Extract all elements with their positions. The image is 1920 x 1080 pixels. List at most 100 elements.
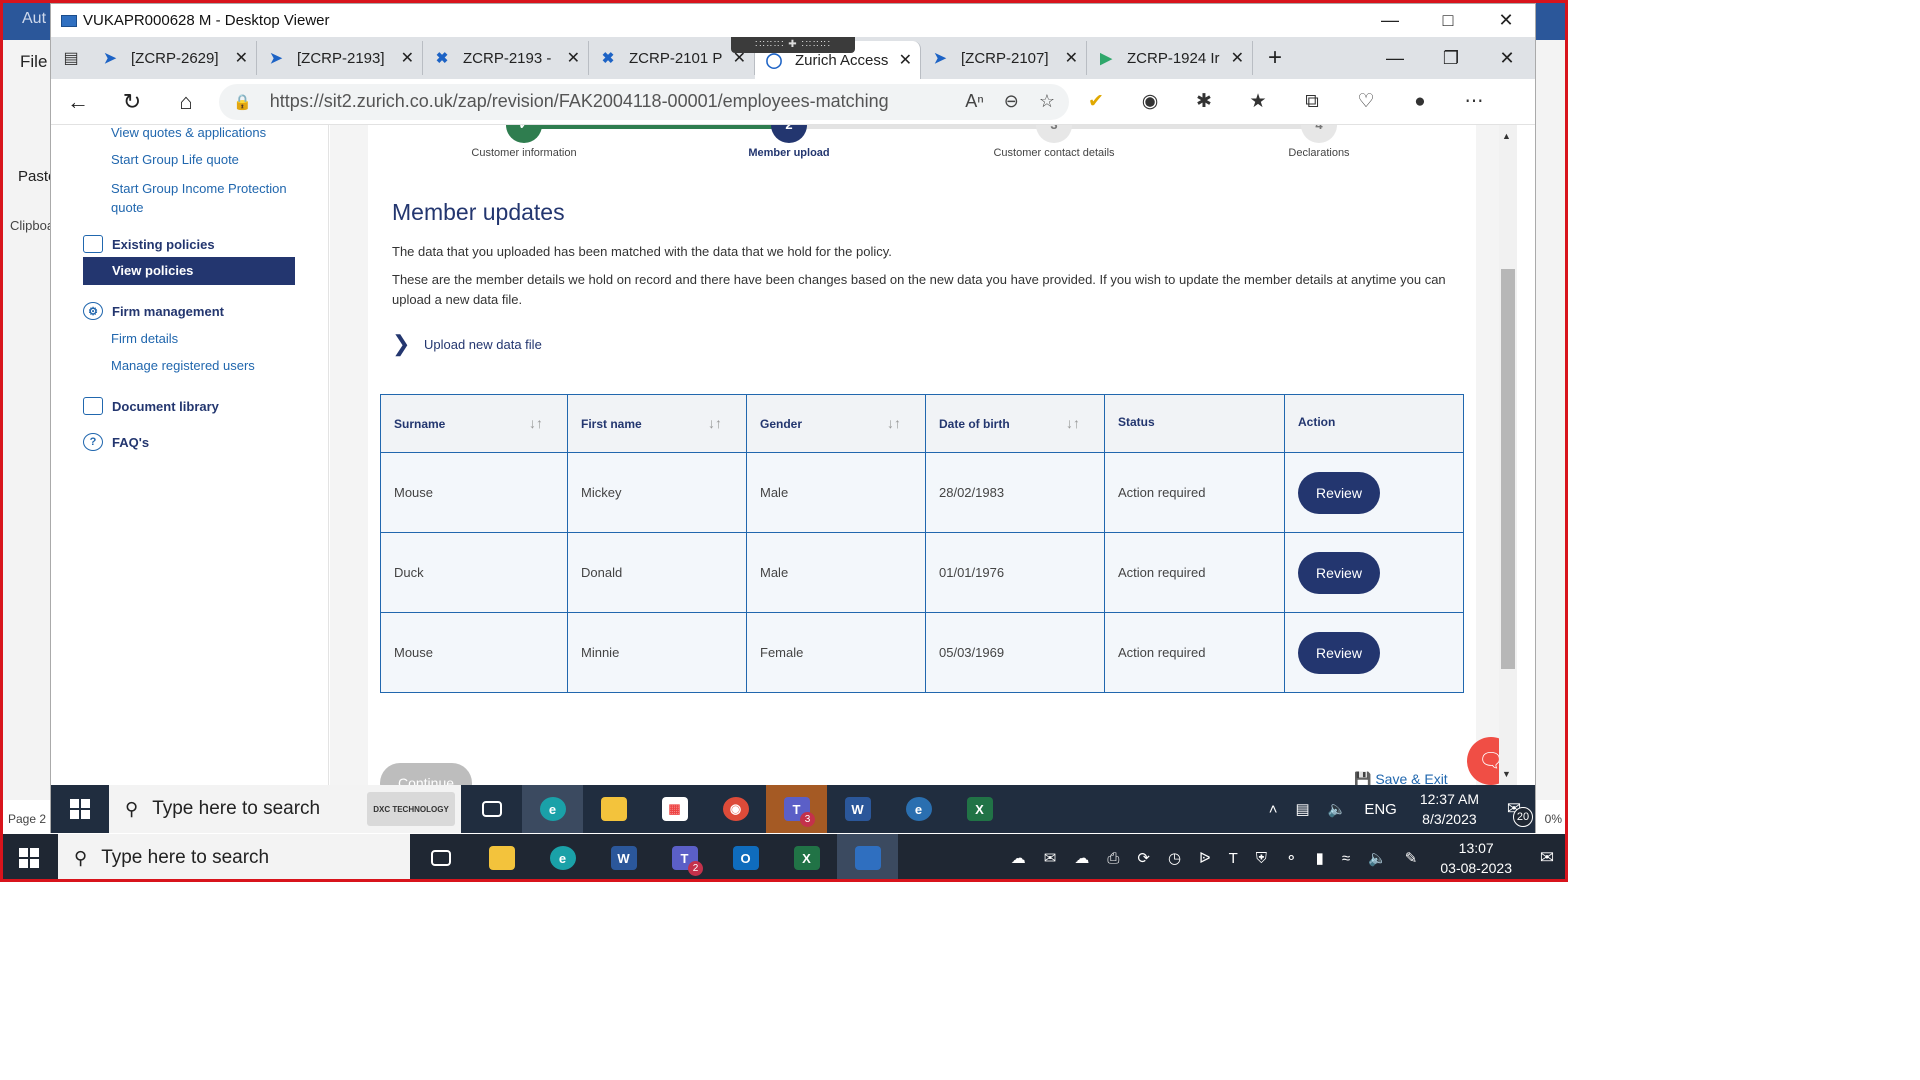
column-header-date-of-birth[interactable]: Date of birth ↓↑ (925, 394, 1105, 453)
browser-close-icon[interactable]: ✕ (1479, 37, 1535, 79)
chevron-up-icon[interactable]: ˄ (1269, 801, 1278, 818)
new-tab-icon[interactable]: + (1253, 44, 1297, 72)
clock-app-icon[interactable]: ◷ (1168, 849, 1181, 867)
review-button[interactable]: Review (1298, 471, 1380, 514)
browser-restore-icon[interactable]: ❐ (1423, 37, 1479, 79)
sidebar-item-document-library[interactable]: Document library (83, 397, 219, 415)
pen-icon[interactable]: ✎ (1405, 849, 1418, 867)
favorite-star-icon[interactable]: ☆ (1039, 91, 1055, 112)
network-icon[interactable]: ▤ (1295, 800, 1309, 818)
tab-actions-icon[interactable]: ▤ (51, 37, 91, 79)
sidebar-item-view-policies[interactable]: View policies (83, 257, 295, 285)
word-icon[interactable]: W (827, 785, 888, 833)
chrome-icon[interactable]: ◉ (705, 785, 766, 833)
column-header-surname[interactable]: Surname ↓↑ (380, 394, 568, 453)
local-start-button[interactable] (0, 834, 58, 882)
shield-icon[interactable]: ⛨ (1256, 850, 1267, 867)
edge-icon[interactable]: e (532, 834, 593, 882)
zoom-out-icon[interactable]: ⊖ (1004, 91, 1019, 112)
tab-close-icon[interactable]: ✕ (1231, 48, 1244, 68)
more-menu-icon[interactable]: ⋯ (1447, 90, 1501, 113)
sort-icon[interactable]: ↓↑ (1066, 415, 1080, 431)
volume-icon[interactable]: 🔈 (1328, 800, 1347, 818)
sidebar-link-firm-details[interactable]: Firm details (111, 331, 178, 346)
review-button[interactable]: Review (1298, 551, 1380, 594)
refresh-icon[interactable]: ↻ (105, 89, 159, 115)
microphone-icon[interactable]: ⚬ (1285, 849, 1298, 867)
start-button[interactable] (51, 785, 109, 833)
teams-taskbar-icon[interactable]: T3 (766, 785, 827, 833)
sidebar-link-view-quotes[interactable]: View quotes & applications (111, 125, 266, 140)
save-exit-link[interactable]: 💾 Save & Exit (1354, 771, 1448, 785)
sidebar-link-start-group-life[interactable]: Start Group Life quote (111, 152, 239, 167)
scrollbar-thumb[interactable] (1501, 269, 1515, 669)
notification-icon[interactable]: ✉ 20 (1493, 799, 1535, 827)
excel-icon[interactable]: X (949, 785, 1010, 833)
collections-icon[interactable]: ⧉ (1285, 91, 1339, 113)
wifi-icon[interactable]: ≈ (1342, 850, 1350, 867)
column-header-first-name[interactable]: First name ↓↑ (567, 394, 747, 453)
remote-session-handle[interactable]: ∷∷∷∷ ✚ ∷∷∷∷ (731, 37, 855, 53)
onedrive-icon[interactable]: ☁ (1074, 849, 1089, 867)
address-bar[interactable]: 🔒 https://sit2.zurich.co.uk/zap/revision… (219, 83, 1069, 120)
review-button[interactable]: Review (1298, 631, 1380, 674)
browser-tab[interactable]: ➤ [ZCRP-2107] ✕ (921, 41, 1087, 75)
tab-close-icon[interactable]: ✕ (401, 48, 414, 68)
sidebar-link-start-income-protection[interactable]: Start Group Income Protection quote (111, 179, 301, 217)
mail-icon[interactable]: ✉ (1044, 849, 1057, 867)
browser-essentials-icon[interactable]: ♡ (1339, 90, 1393, 113)
extension-check-icon[interactable]: ✔ (1069, 90, 1123, 113)
printer-icon[interactable]: ⎙ (1107, 850, 1119, 867)
file-explorer-icon[interactable] (583, 785, 644, 833)
extensions-puzzle-icon[interactable]: ✱ (1177, 90, 1231, 113)
url-text[interactable]: https://sit2.zurich.co.uk/zap/revision/F… (270, 91, 946, 112)
battery-icon[interactable]: ▮ (1316, 849, 1324, 867)
scroll-down-icon[interactable]: ▼ (1502, 769, 1511, 779)
sort-icon[interactable]: ↓↑ (887, 415, 901, 431)
browser-tab[interactable]: ✖ ZCRP-2193 - ✕ (423, 41, 589, 75)
teams-icon[interactable]: T2 (654, 834, 715, 882)
desktop-viewer-taskbar-icon[interactable] (837, 834, 898, 882)
browser-tab[interactable]: ➤ [ZCRP-2193] ✕ (257, 41, 423, 75)
home-icon[interactable]: ⌂ (159, 89, 213, 115)
local-notification-icon[interactable]: ✉ (1526, 848, 1568, 868)
sidebar-section-firm-management[interactable]: ⚙ Firm management (83, 302, 224, 320)
sidebar-section-existing-policies[interactable]: Existing policies (83, 235, 215, 253)
read-aloud-icon[interactable]: Aⁿ (965, 91, 984, 112)
browser-minimize-icon[interactable]: — (1367, 37, 1423, 79)
sort-icon[interactable]: ↓↑ (708, 415, 722, 431)
avatar[interactable]: ● (1393, 91, 1447, 113)
clock[interactable]: 12:37 AM 8/3/2023 (1420, 789, 1479, 829)
tab-close-icon[interactable]: ✕ (899, 50, 912, 70)
bluetooth-icon[interactable]: ᐉ (1199, 849, 1211, 867)
store-icon[interactable]: ▦ (644, 785, 705, 833)
excel-icon[interactable]: X (776, 834, 837, 882)
profile-extension-icon[interactable]: ◉ (1123, 90, 1177, 113)
file-menu[interactable]: File (20, 52, 47, 72)
local-taskbar-search[interactable]: ⚲ Type here to search (58, 834, 410, 882)
lock-icon[interactable]: 🔒 (233, 93, 252, 111)
maximize-icon[interactable]: □ (1419, 4, 1477, 37)
sidebar-link-manage-users[interactable]: Manage registered users (111, 358, 255, 373)
scroll-up-icon[interactable]: ▲ (1502, 131, 1511, 141)
outlook-icon[interactable]: O (715, 834, 776, 882)
word-icon[interactable]: W (593, 834, 654, 882)
volume-icon[interactable]: 🔈 (1368, 849, 1387, 867)
teams-tray-icon[interactable]: T (1229, 850, 1238, 867)
back-icon[interactable]: ← (51, 89, 105, 115)
column-header-gender[interactable]: Gender ↓↑ (746, 394, 926, 453)
sync-icon[interactable]: ⟳ (1137, 849, 1150, 867)
continue-button[interactable]: Continue (380, 763, 472, 785)
browser-tab[interactable]: ➤ [ZCRP-2629] ✕ (91, 41, 257, 75)
edge-taskbar-icon[interactable]: e (522, 785, 583, 833)
tab-close-icon[interactable]: ✕ (567, 48, 580, 68)
language-indicator[interactable]: ENG (1364, 801, 1397, 818)
edge-dev-icon[interactable]: e (888, 785, 949, 833)
upload-new-data-link[interactable]: ❯ Upload new data file (392, 331, 542, 357)
tab-close-icon[interactable]: ✕ (1065, 48, 1078, 68)
task-view-icon[interactable] (410, 834, 471, 882)
cloud-icon[interactable]: ☁ (1011, 849, 1026, 867)
page-scrollbar[interactable]: ▲ ▼ (1499, 125, 1517, 785)
task-view-icon[interactable] (461, 785, 522, 833)
sort-icon[interactable]: ↓↑ (529, 415, 543, 431)
